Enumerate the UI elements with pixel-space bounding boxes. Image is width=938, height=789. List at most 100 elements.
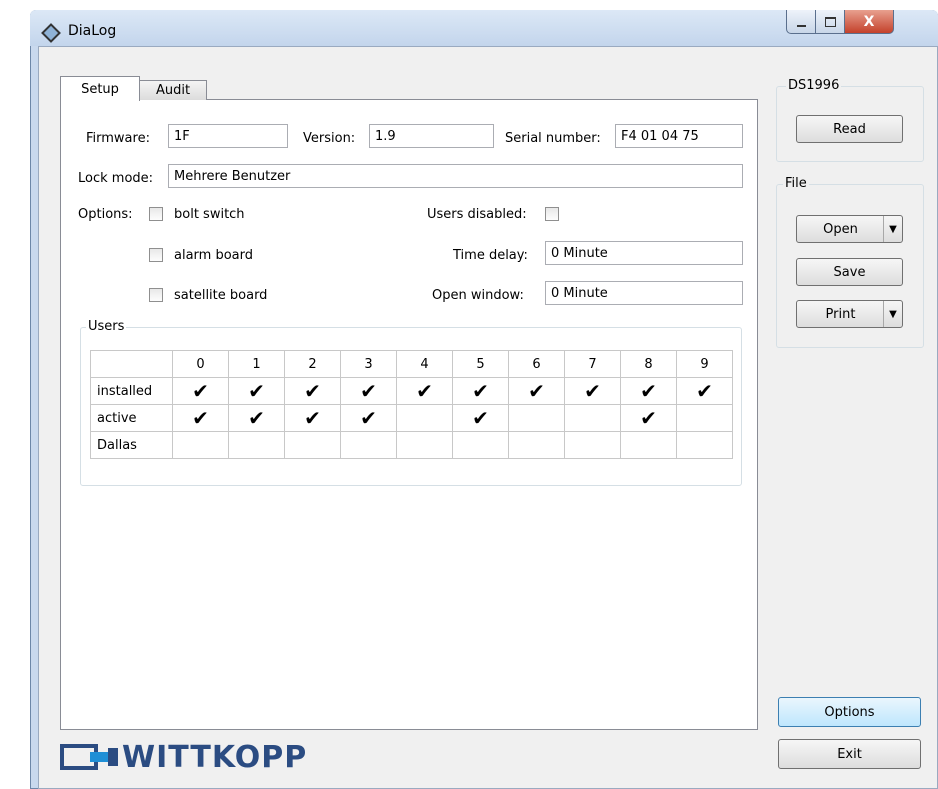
close-icon: X: [863, 13, 875, 30]
check-cell[interactable]: ✔: [228, 404, 285, 432]
read-button-label: Read: [833, 121, 866, 137]
options-button[interactable]: Options: [778, 697, 921, 727]
serial-number-label: Serial number:: [505, 131, 601, 146]
checkmark-icon: ✔: [640, 406, 657, 430]
exit-button-label: Exit: [837, 746, 862, 762]
check-cell[interactable]: ✔: [396, 377, 453, 405]
firmware-label: Firmware:: [86, 131, 150, 146]
tab-setup-label: Setup: [81, 81, 119, 97]
check-cell[interactable]: ✔: [172, 404, 229, 432]
check-cell[interactable]: ✔: [172, 377, 229, 405]
checkmark-icon: ✔: [472, 406, 489, 430]
checkmark-icon: ✔: [248, 406, 265, 430]
print-button-label: Print: [825, 306, 856, 322]
empty-cell[interactable]: [676, 431, 733, 459]
options-label: Options:: [78, 207, 133, 222]
checkmark-icon: ✔: [416, 379, 433, 403]
bolt-switch-checkbox[interactable]: [149, 207, 163, 221]
users-group-label: Users: [86, 319, 127, 334]
open-dropdown-arrow-icon[interactable]: ▼: [883, 216, 902, 242]
empty-cell[interactable]: [676, 404, 733, 432]
column-header-5: 5: [452, 350, 509, 378]
alarm-board-checkbox[interactable]: [149, 248, 163, 262]
logo-text: WITTKOPP: [122, 739, 308, 775]
checkmark-icon: ✔: [192, 406, 209, 430]
empty-cell[interactable]: [564, 404, 621, 432]
options-button-label: Options: [824, 704, 875, 720]
time-delay-field[interactable]: 0 Minute: [545, 241, 743, 265]
users-disabled-checkbox[interactable]: [545, 207, 559, 221]
users-table: 0123456789 installed ✔ ✔ ✔ ✔ ✔ ✔ ✔ ✔ ✔ ✔ active ✔ ✔ ✔ ✔…: [90, 350, 733, 459]
column-header-2: 2: [284, 350, 341, 378]
lock-mode-label: Lock mode:: [78, 171, 154, 186]
empty-cell[interactable]: [284, 431, 341, 459]
empty-cell[interactable]: [172, 431, 229, 459]
check-cell[interactable]: ✔: [508, 377, 565, 405]
time-delay-label: Time delay:: [453, 248, 528, 263]
file-group-label: File: [783, 176, 809, 191]
table-row-active: active ✔ ✔ ✔ ✔ ✔ ✔: [90, 404, 733, 432]
print-button[interactable]: Print ▼: [796, 300, 903, 328]
column-header-8: 8: [620, 350, 677, 378]
table-row-installed: installed ✔ ✔ ✔ ✔ ✔ ✔ ✔ ✔ ✔ ✔: [90, 377, 733, 405]
empty-cell[interactable]: [508, 431, 565, 459]
open-window-field[interactable]: 0 Minute: [545, 281, 743, 305]
empty-cell[interactable]: [452, 431, 509, 459]
open-window-label: Open window:: [432, 288, 524, 303]
version-label: Version:: [303, 131, 356, 146]
empty-cell[interactable]: [564, 431, 621, 459]
serial-number-field[interactable]: F4 01 04 75: [615, 124, 743, 148]
empty-cell[interactable]: [228, 431, 285, 459]
column-header-3: 3: [340, 350, 397, 378]
firmware-field[interactable]: 1F: [168, 124, 288, 148]
bolt-switch-label: bolt switch: [174, 207, 245, 222]
tab-audit[interactable]: Audit: [139, 80, 207, 100]
minimize-button[interactable]: [786, 10, 816, 34]
table-row-dallas: Dallas: [90, 431, 733, 459]
row-header: active: [90, 404, 173, 432]
print-dropdown-arrow-icon[interactable]: ▼: [883, 301, 902, 327]
empty-cell[interactable]: [340, 431, 397, 459]
column-header-4: 4: [396, 350, 453, 378]
checkmark-icon: ✔: [584, 379, 601, 403]
checkmark-icon: ✔: [360, 379, 377, 403]
empty-cell[interactable]: [396, 431, 453, 459]
lock-mode-field[interactable]: Mehrere Benutzer: [168, 164, 743, 188]
tab-setup[interactable]: Setup: [60, 76, 140, 101]
column-header-0: 0: [172, 350, 229, 378]
open-button[interactable]: Open ▼: [796, 215, 903, 243]
check-cell[interactable]: ✔: [340, 404, 397, 432]
open-button-label: Open: [823, 221, 858, 237]
wittkopp-logo: WITTKOPP: [60, 737, 307, 777]
check-cell[interactable]: ✔: [340, 377, 397, 405]
maximize-icon: [824, 16, 836, 27]
column-header-9: 9: [676, 350, 733, 378]
satellite-board-label: satellite board: [174, 288, 268, 303]
check-cell[interactable]: ✔: [452, 404, 509, 432]
checkmark-icon: ✔: [472, 379, 489, 403]
check-cell[interactable]: ✔: [676, 377, 733, 405]
check-cell[interactable]: ✔: [284, 404, 341, 432]
check-cell[interactable]: ✔: [620, 377, 677, 405]
checkmark-icon: ✔: [640, 379, 657, 403]
column-header-1: 1: [228, 350, 285, 378]
empty-cell[interactable]: [396, 404, 453, 432]
satellite-board-checkbox[interactable]: [149, 288, 163, 302]
check-cell[interactable]: ✔: [564, 377, 621, 405]
logo-mark-icon: [60, 744, 118, 770]
empty-cell[interactable]: [508, 404, 565, 432]
read-button[interactable]: Read: [796, 115, 903, 143]
users-disabled-label: Users disabled:: [427, 207, 527, 222]
maximize-button[interactable]: [815, 10, 845, 34]
row-header: Dallas: [90, 431, 173, 459]
check-cell[interactable]: ✔: [284, 377, 341, 405]
check-cell[interactable]: ✔: [620, 404, 677, 432]
exit-button[interactable]: Exit: [778, 739, 921, 769]
empty-cell[interactable]: [620, 431, 677, 459]
check-cell[interactable]: ✔: [228, 377, 285, 405]
close-button[interactable]: X: [844, 10, 894, 34]
save-button[interactable]: Save: [796, 258, 903, 286]
version-field[interactable]: 1.9: [369, 124, 494, 148]
check-cell[interactable]: ✔: [452, 377, 509, 405]
row-header: installed: [90, 377, 173, 405]
